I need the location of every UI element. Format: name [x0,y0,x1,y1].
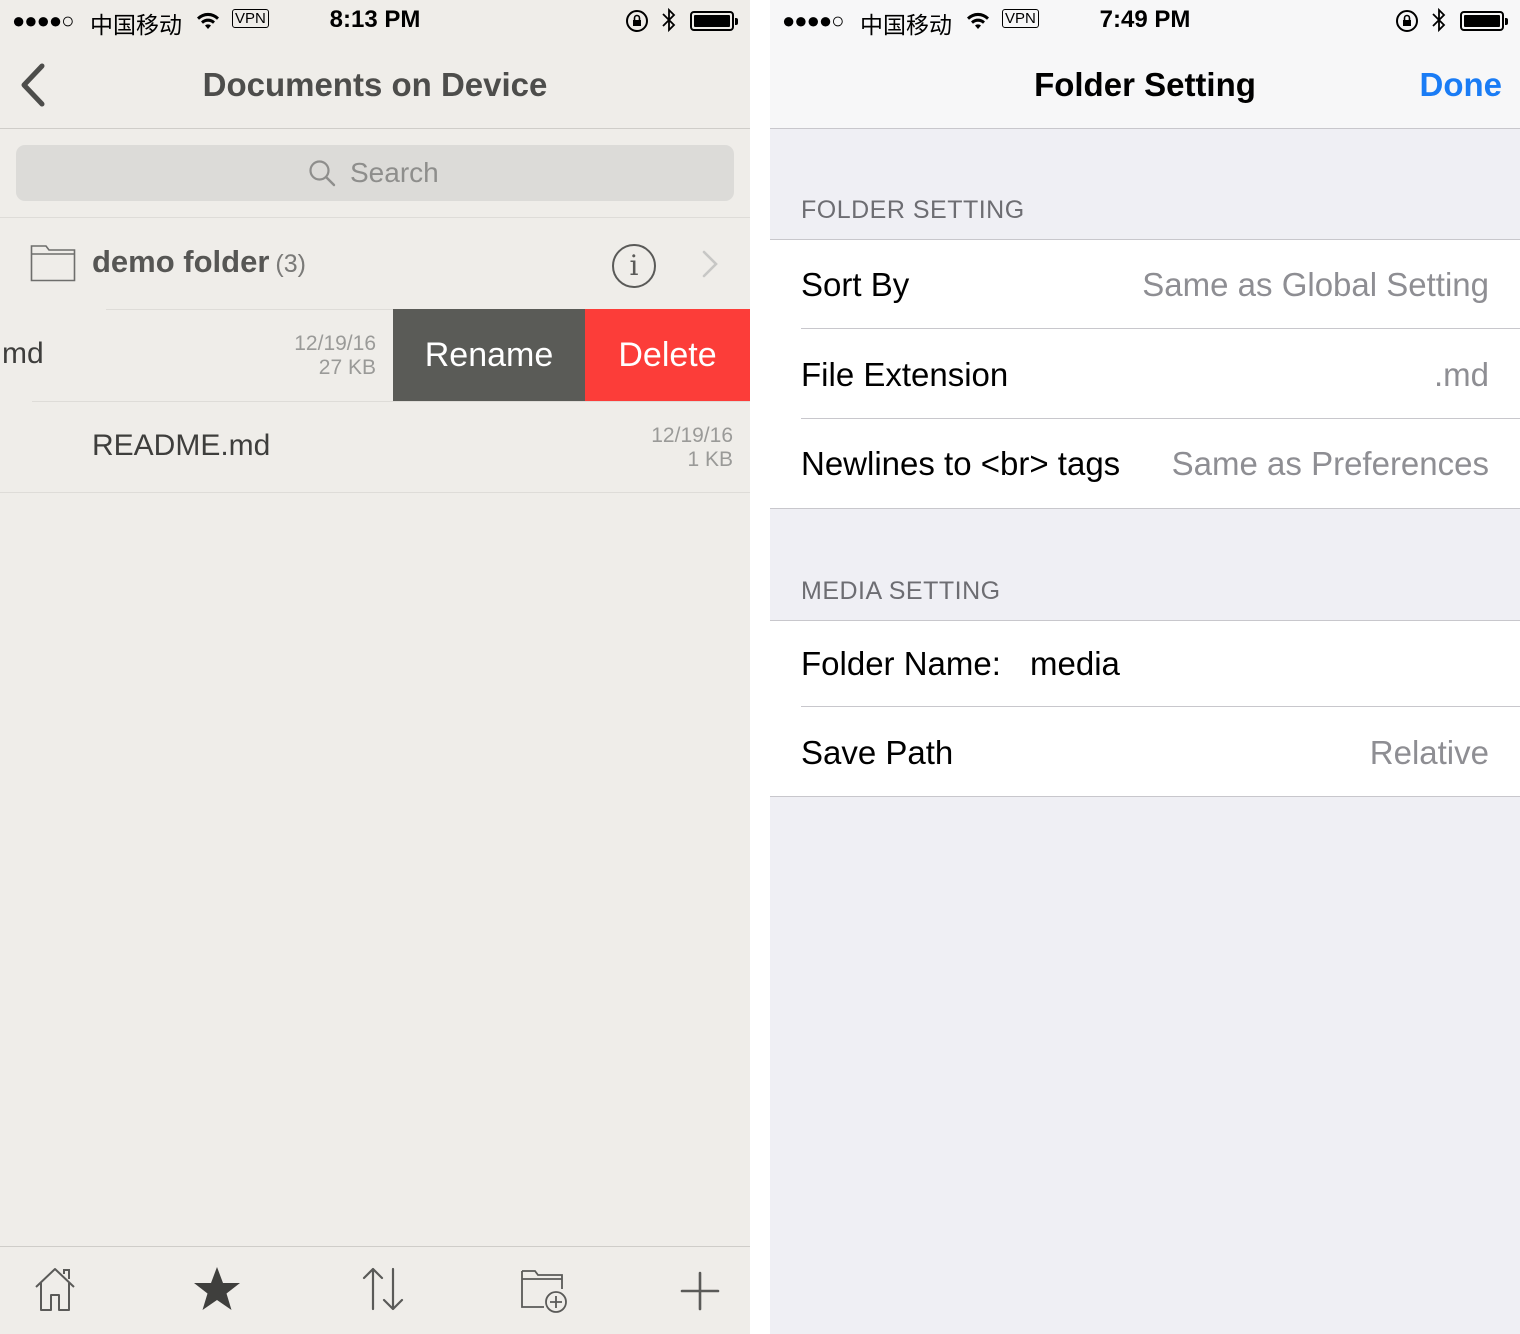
navigation-bar: Folder Setting Done [770,40,1520,129]
save-path-label: Save Path [801,734,954,771]
add-icon[interactable] [680,1271,720,1316]
search-input[interactable]: Search [16,145,734,201]
sort-by-label: Sort By [801,266,910,303]
save-path-value: Relative [1369,734,1489,771]
bluetooth-icon [660,6,678,41]
file-meta: 12/19/16 1 KB [597,424,733,472]
media-setting-group: Folder Name: media Save Path Relative [770,620,1520,797]
folder-icon [30,242,76,287]
folder-setting-group: Sort By Same as Global Setting File Exte… [770,239,1520,509]
search-icon [308,159,336,192]
home-icon[interactable] [32,1265,78,1318]
battery-icon [690,11,738,31]
newlines-label: Newlines to <br> tags [801,445,1121,482]
row-divider [106,309,393,310]
info-button[interactable]: i [612,244,656,288]
folder-name-row: Folder Name: media [770,621,1520,707]
folder-name-field[interactable]: media [1030,645,1120,683]
rotation-lock-icon [1394,8,1420,41]
section-header-media: MEDIA SETTING [801,577,1001,605]
save-path-row[interactable]: Save Path Relative [770,707,1520,796]
newlines-row[interactable]: Newlines to <br> tags Same as Preference… [770,419,1520,508]
navigation-bar: Documents on Device [0,40,750,129]
done-button[interactable]: Done [1420,66,1503,104]
documents-screen: ●●●●○ 中国移动 VPN 8:13 PM Documents on Devi… [0,0,750,1334]
rotation-lock-icon [624,8,650,41]
star-icon[interactable] [192,1265,242,1318]
sort-icon[interactable] [361,1265,405,1318]
new-folder-icon[interactable] [520,1265,570,1320]
status-bar: ●●●●○ 中国移动 VPN 7:49 PM [770,0,1520,40]
folder-name: demo folder [92,244,270,279]
sort-by-value: Same as Global Setting [1142,266,1489,303]
file-date: 12/19/16 [651,424,733,447]
delete-button[interactable]: Delete [585,309,750,401]
chevron-right-icon [700,248,720,285]
page-title: Documents on Device [202,66,548,103]
rename-button[interactable]: Rename [393,309,585,401]
search-area: Search [0,130,750,218]
battery-icon [1460,11,1508,31]
file-size: 27 KB [318,356,376,379]
page-title: Folder Setting [1034,66,1256,103]
folder-name-label: Folder Name: [801,645,1001,682]
file-date: 12/19/16 [294,332,376,355]
file-name: README.md [92,429,271,462]
status-bar: ●●●●○ 中国移动 VPN 8:13 PM [0,0,750,40]
bottom-toolbar [0,1246,750,1334]
folder-row[interactable]: demo folder (3) i [0,218,750,309]
file-row[interactable]: README.md 12/19/16 1 KB [0,401,750,493]
row-divider [32,401,750,402]
bluetooth-icon [1430,6,1448,41]
search-placeholder: Search [350,157,439,188]
file-extension-label: File Extension [801,356,1009,393]
file-extension-row[interactable]: File Extension .md [770,329,1520,419]
file-name: md [2,337,44,370]
file-extension-value: .md [1433,356,1489,393]
folder-count: (3) [275,250,306,278]
sort-by-row[interactable]: Sort By Same as Global Setting [770,240,1520,329]
newlines-value: Same as Preferences [1171,445,1489,482]
file-meta: 12/19/16 27 KB [240,332,376,380]
file-row[interactable]: md 12/19/16 27 KB Rename Delete [0,309,750,401]
folder-setting-screen: ●●●●○ 中国移动 VPN 7:49 PM Folder Setting Do… [770,0,1520,1334]
section-header-folder: FOLDER SETTING [801,196,1025,224]
file-size: 1 KB [687,448,733,471]
